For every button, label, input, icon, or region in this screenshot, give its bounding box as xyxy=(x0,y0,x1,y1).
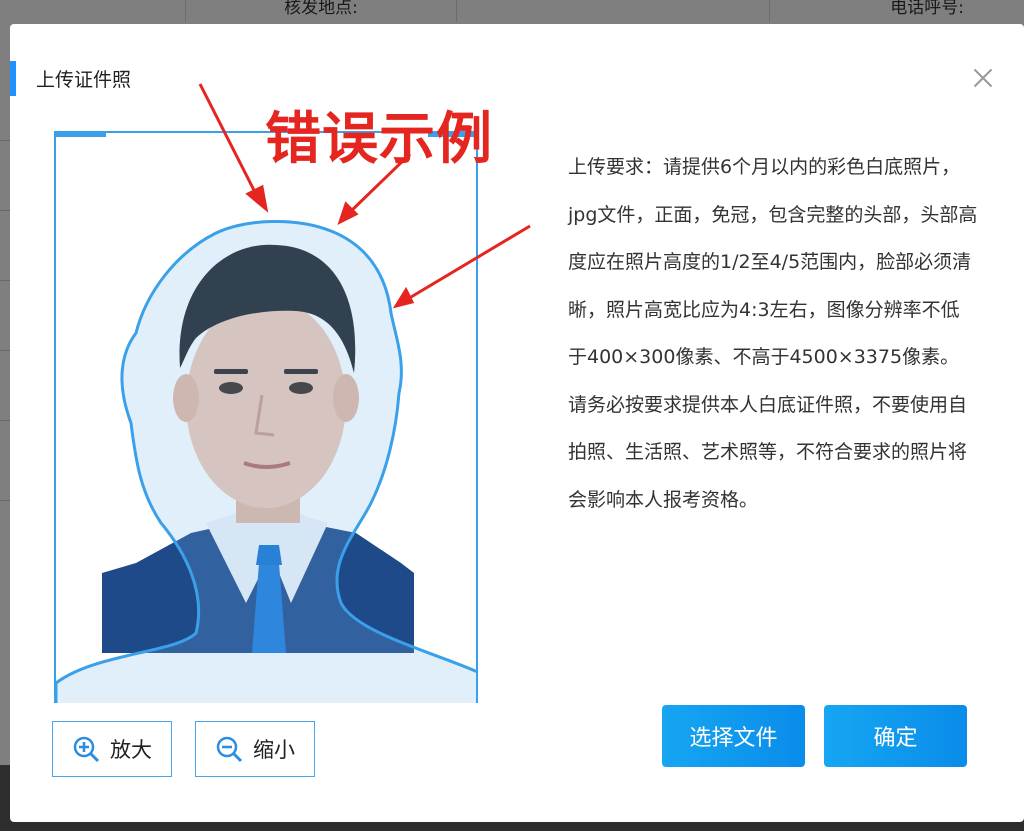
close-icon[interactable] xyxy=(970,66,996,92)
confirm-button[interactable]: 确定 xyxy=(824,705,967,767)
upload-photo-dialog: 上传证件照 错误示例 上传要求：请提供6个月以内的彩色白底照片，jpg文件，正面… xyxy=(10,24,1024,822)
zoom-out-icon xyxy=(216,736,243,763)
zoom-in-button[interactable]: 放大 xyxy=(52,721,172,777)
zoom-out-button[interactable]: 缩小 xyxy=(195,721,315,777)
zoom-out-label: 缩小 xyxy=(253,738,295,762)
title-accent-bar xyxy=(10,61,16,96)
red-arrows xyxy=(198,83,531,309)
choose-file-button[interactable]: 选择文件 xyxy=(662,705,805,767)
zoom-in-label: 放大 xyxy=(110,738,152,762)
dialog-title: 上传证件照 xyxy=(36,69,132,91)
zoom-in-icon xyxy=(73,736,100,763)
upload-requirements: 上传要求：请提供6个月以内的彩色白底照片，jpg文件，正面，免冠，包含完整的头部… xyxy=(568,156,978,511)
